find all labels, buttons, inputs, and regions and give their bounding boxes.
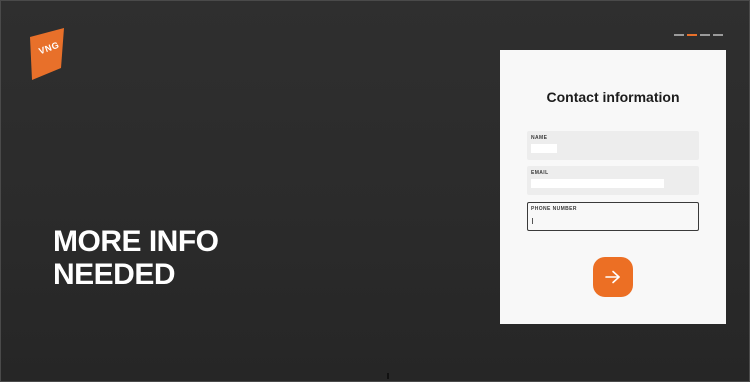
phone-field-label: PHONE NUMBER	[531, 206, 577, 212]
form-title: Contact information	[546, 89, 680, 105]
headline-line-2: NEEDED	[53, 258, 176, 291]
phone-field-value[interactable]	[532, 216, 582, 225]
arrow-right-icon	[605, 270, 620, 284]
progress-step-2	[687, 34, 697, 36]
progress-step-1	[674, 34, 684, 36]
name-field-value[interactable]	[531, 144, 557, 153]
step-progress	[674, 34, 723, 36]
headline: MORE INFO NEEDED	[53, 225, 219, 291]
contact-form-card: Contact information NAME EMAIL PHONE NUM…	[500, 50, 726, 324]
progress-step-4	[713, 34, 723, 36]
email-field-value[interactable]	[531, 179, 664, 188]
submit-button[interactable]	[593, 257, 633, 297]
progress-step-3	[700, 34, 710, 36]
email-field-label: EMAIL	[531, 170, 549, 176]
timeline-marker	[387, 373, 389, 379]
name-field-label: NAME	[531, 135, 548, 141]
brand-logo: VNG	[30, 28, 64, 80]
email-field[interactable]: EMAIL	[527, 166, 699, 195]
presentation-frame: VNG MORE INFO NEEDED Contact information…	[0, 0, 750, 382]
headline-line-1: MORE INFO	[53, 225, 219, 258]
name-field[interactable]: NAME	[527, 131, 699, 160]
phone-number-field[interactable]: PHONE NUMBER	[527, 202, 699, 231]
